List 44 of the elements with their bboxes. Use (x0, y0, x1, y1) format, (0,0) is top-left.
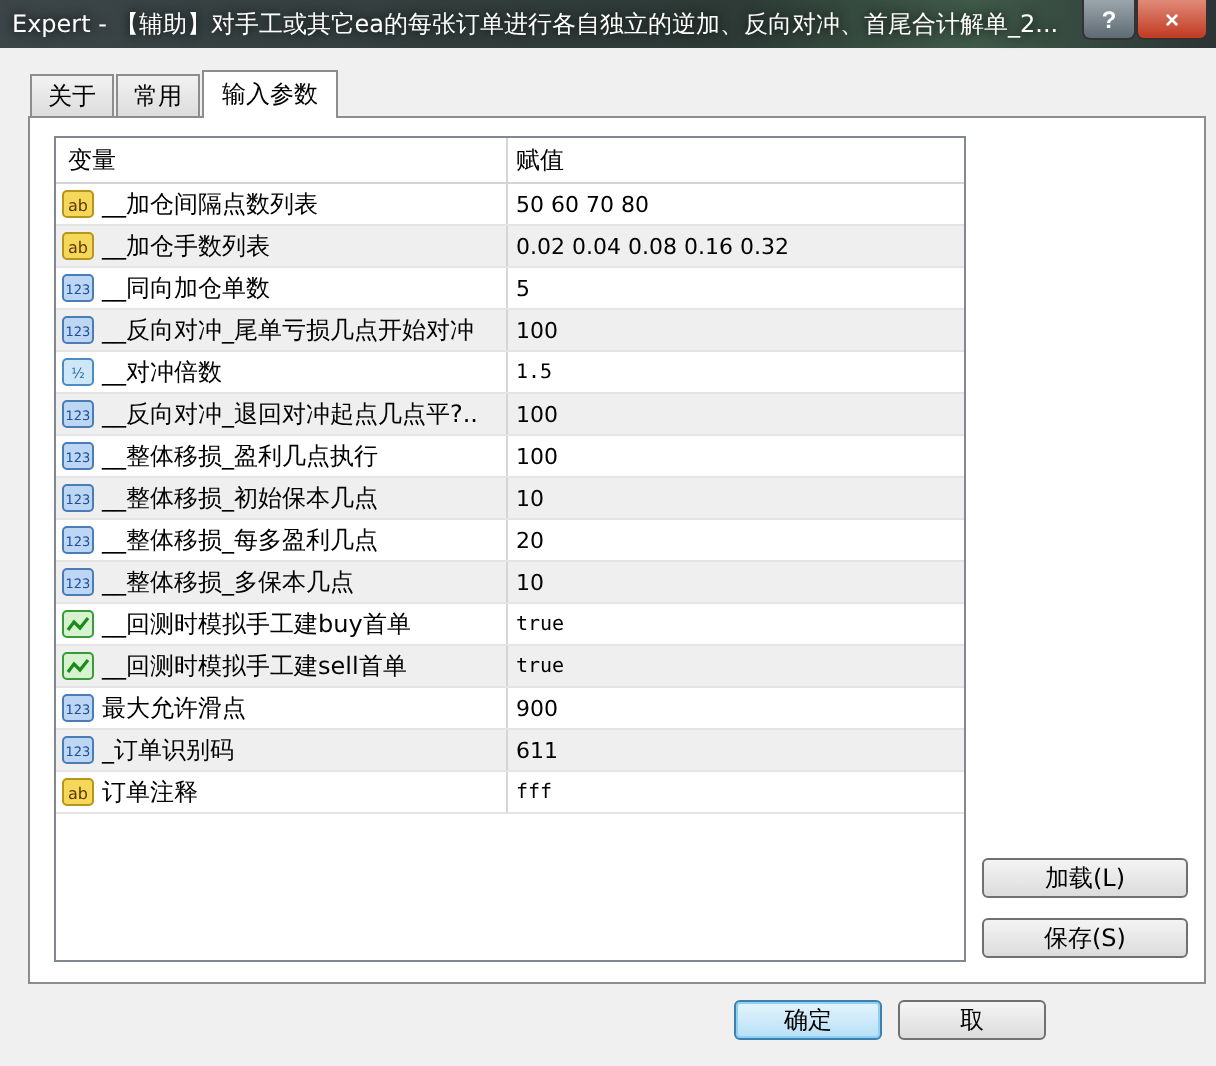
parameter-name: __整体移损_每多盈利几点 (102, 523, 378, 557)
window-title: Expert - 【辅助】对手工或其它ea的每张订单进行各自独立的逆加、反向对冲、首尾合计解单_2... (12, 7, 1061, 41)
parameter-value[interactable]: fff (516, 781, 553, 803)
parameter-value[interactable]: 611 (516, 737, 558, 763)
parameter-name: __反向对冲_退回对冲起点几点平?.. (102, 397, 478, 431)
text-type-icon: ab (62, 778, 94, 806)
dialog-button[interactable]: 确定 (734, 1000, 882, 1040)
parameter-name: __反向对冲_尾单亏损几点开始对冲 (102, 313, 474, 347)
tab[interactable]: 输入参数 (202, 70, 338, 118)
parameter-value[interactable]: 50 60 70 80 (516, 191, 649, 217)
parameter-value[interactable]: 100 (516, 401, 558, 427)
column-header: 变量 (56, 138, 508, 182)
parameter-value[interactable]: 5 (516, 275, 530, 301)
parameter-value[interactable]: 100 (516, 317, 558, 343)
parameter-name: __加仓手数列表 (102, 229, 270, 263)
parameter-name: 最大允许滑点 (102, 691, 246, 725)
parameter-value[interactable]: 10 (516, 569, 544, 595)
side-button[interactable]: 保存(S) (982, 918, 1188, 958)
parameter-value[interactable]: 10 (516, 485, 544, 511)
text-type-icon: ab (62, 190, 94, 218)
parameter-value[interactable]: true (516, 655, 565, 677)
parameter-name: __整体移损_多保本几点 (102, 565, 354, 599)
parameter-value[interactable]: true (516, 613, 565, 635)
parameter-name: __回测时模拟手工建sell首单 (102, 649, 407, 683)
parameter-value[interactable]: 0.02 0.04 0.08 0.16 0.32 (516, 233, 789, 259)
dialog-button[interactable]: 取 (898, 1000, 1046, 1040)
side-button[interactable]: 加载(L) (982, 858, 1188, 898)
parameter-value[interactable]: 100 (516, 443, 558, 469)
parameter-name: __加仓间隔点数列表 (102, 187, 318, 221)
parameter-value[interactable]: 1.5 (516, 361, 553, 383)
tab[interactable]: 关于 (30, 74, 114, 116)
parameter-name: __对冲倍数 (102, 355, 222, 389)
parameter-name: __整体移损_初始保本几点 (102, 481, 378, 515)
close-button[interactable]: × (1136, 0, 1208, 40)
parameter-value[interactable]: 900 (516, 695, 558, 721)
tab[interactable]: 常用 (116, 74, 200, 116)
parameter-name: _订单识别码 (102, 733, 234, 767)
parameter-name: __同向加仓单数 (102, 271, 270, 305)
parameter-name: __回测时模拟手工建buy首单 (102, 607, 411, 641)
parameter-value[interactable]: 20 (516, 527, 544, 553)
parameter-name: 订单注释 (102, 775, 198, 809)
column-header: 赋值 (514, 143, 566, 177)
parameter-name: __整体移损_盈利几点执行 (102, 439, 378, 473)
text-type-icon: ab (62, 232, 94, 260)
